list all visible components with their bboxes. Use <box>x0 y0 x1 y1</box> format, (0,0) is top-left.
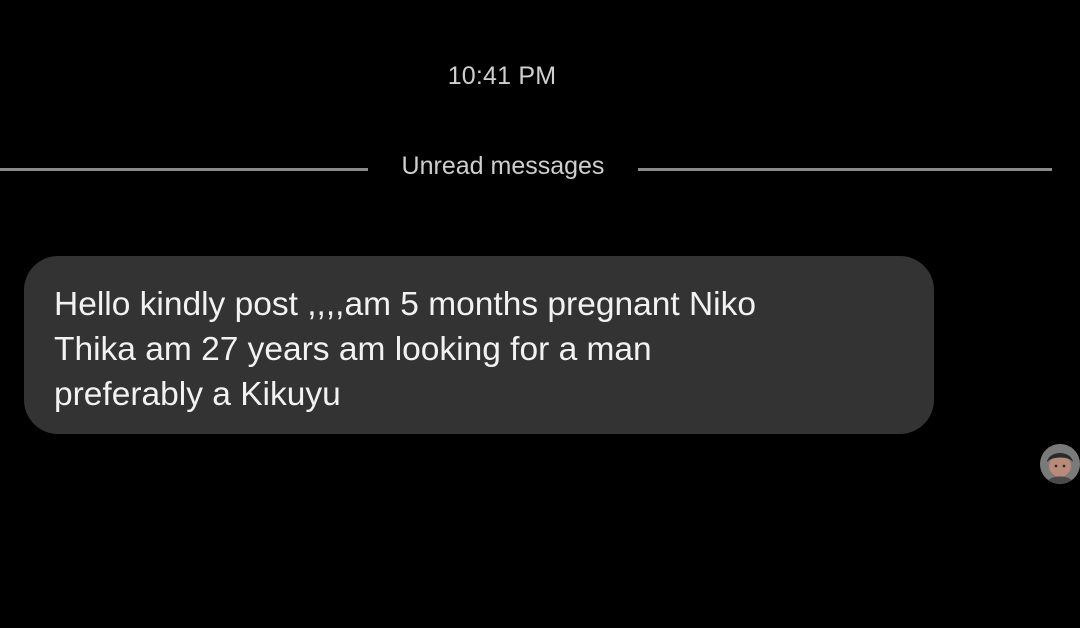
avatar-photo <box>1040 444 1080 484</box>
message-text-line: Thika am 27 years am looking for a man <box>54 331 652 368</box>
message-timestamp: 10:41 PM <box>447 62 557 90</box>
user-avatar-icon[interactable] <box>1040 444 1080 484</box>
message-bubble[interactable]: Hello kindly post ,,,,am 5 months pregna… <box>24 256 934 434</box>
message-text-line: preferably a Kikuyu <box>54 376 341 413</box>
divider-line-left <box>0 168 368 171</box>
unread-messages-label: Unread messages <box>401 152 605 180</box>
message-text-line: Hello kindly post ,,,,am 5 months pregna… <box>54 286 756 323</box>
unread-messages-divider: Unread messages <box>0 150 1052 190</box>
divider-line-right <box>638 168 1052 171</box>
